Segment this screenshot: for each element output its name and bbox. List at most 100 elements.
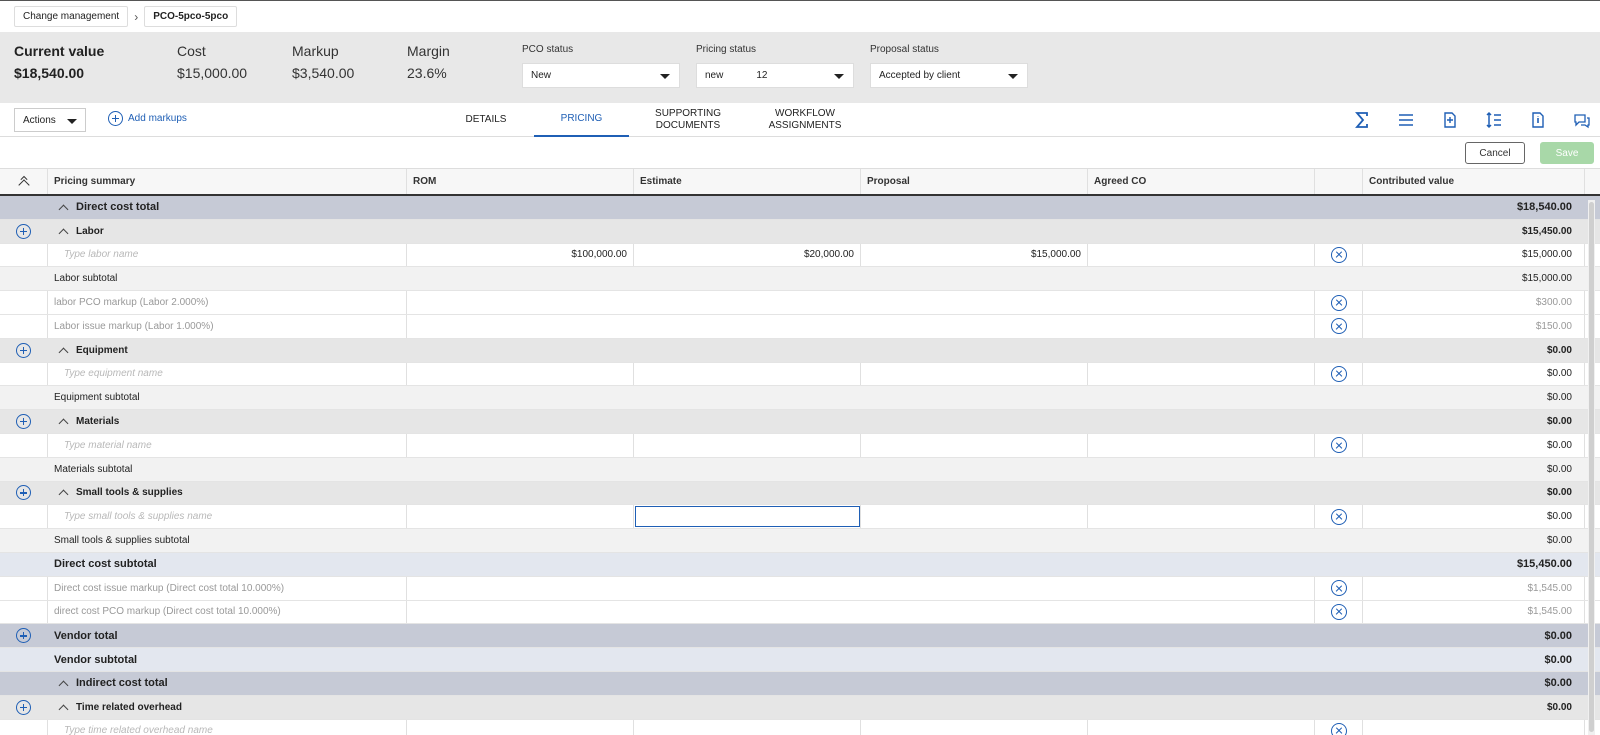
remove-row-button[interactable] <box>1315 719 1363 735</box>
table-row: Materials subtotal $0.00 <box>0 457 1600 482</box>
agreed-co-input[interactable] <box>1088 719 1315 735</box>
proposal-status: Proposal status Accepted by client <box>870 44 1028 88</box>
empty-cell <box>634 696 861 719</box>
chevron-up-icon[interactable] <box>58 228 69 239</box>
estimate-input[interactable] <box>634 505 861 529</box>
contributed-value: $18,540.00 <box>1516 201 1572 214</box>
remove-circle-icon <box>1330 365 1347 382</box>
empty-cell <box>1315 196 1363 219</box>
estimate-input[interactable] <box>634 719 861 735</box>
pricing-status-select[interactable]: new 12 <box>696 63 854 88</box>
rom-input[interactable] <box>407 505 634 529</box>
add-row-button[interactable] <box>0 339 48 362</box>
column-header-proposal[interactable]: Proposal <box>861 169 1088 194</box>
proposal-status-select[interactable]: Accepted by client <box>870 63 1028 88</box>
proposal-input[interactable] <box>861 362 1088 386</box>
tab-supporting-documents[interactable]: SUPPORTING DOCUMENTS <box>648 103 728 137</box>
column-header-agreed-co[interactable]: Agreed CO <box>1088 169 1315 194</box>
empty-cell <box>634 220 861 243</box>
rom-input[interactable]: $100,000.00 <box>407 243 634 267</box>
add-circle-icon <box>16 414 31 430</box>
comments-icon[interactable] <box>1572 110 1592 130</box>
empty-cell <box>0 529 48 552</box>
sum-icon[interactable] <box>1352 110 1372 130</box>
remove-row-button[interactable] <box>1315 291 1363 314</box>
agreed-co-input[interactable] <box>1088 243 1315 267</box>
row-label: Vendor subtotal <box>54 653 138 666</box>
chevron-up-icon[interactable] <box>58 490 69 500</box>
chevron-up-icon[interactable] <box>58 680 69 691</box>
estimate-input[interactable]: $20,000.00 <box>634 243 861 267</box>
column-header-contributed-value[interactable]: Contributed value <box>1363 169 1585 194</box>
empty-cell <box>861 624 1088 647</box>
remove-row-button[interactable] <box>1315 314 1363 338</box>
line-height-icon[interactable] <box>1484 110 1504 130</box>
remove-row-button[interactable] <box>1315 362 1363 386</box>
tab-details[interactable]: DETAILS <box>458 103 514 137</box>
add-row-button[interactable] <box>0 624 48 647</box>
agreed-co-input[interactable] <box>1088 433 1315 457</box>
empty-cell <box>1315 696 1363 719</box>
remove-circle-icon <box>1330 437 1347 454</box>
proposal-input[interactable] <box>861 505 1088 529</box>
row-label: Vendor total <box>54 629 118 642</box>
remove-row-button[interactable] <box>1315 600 1363 624</box>
rom-input[interactable] <box>407 433 634 457</box>
empty-cell <box>861 529 1088 552</box>
time-overhead-name-input[interactable]: Type time related overhead name <box>48 719 407 735</box>
equipment-name-input[interactable]: Type equipment name <box>48 362 407 386</box>
scrollbar-thumb[interactable] <box>1589 202 1594 732</box>
tab-workflow-assignments[interactable]: WORKFLOW ASSIGNMENTS <box>765 103 845 137</box>
column-header-estimate[interactable]: Estimate <box>634 169 861 194</box>
add-row-button[interactable] <box>0 482 48 505</box>
add-document-icon[interactable] <box>1440 110 1460 130</box>
estimate-input[interactable] <box>634 433 861 457</box>
proposal-input[interactable] <box>861 433 1088 457</box>
proposal-input[interactable] <box>861 719 1088 735</box>
empty-cell <box>634 529 861 552</box>
contributed-value <box>1363 719 1585 735</box>
remove-row-button[interactable] <box>1315 433 1363 457</box>
empty-cell <box>407 220 634 243</box>
rom-input[interactable] <box>407 719 634 735</box>
add-markups-button[interactable]: Add markups <box>108 111 187 126</box>
collapse-all-icon[interactable] <box>0 169 48 194</box>
list-icon[interactable] <box>1396 110 1416 130</box>
remove-row-button[interactable] <box>1315 243 1363 267</box>
remove-circle-icon <box>1330 722 1347 735</box>
agreed-co-input[interactable] <box>1088 505 1315 529</box>
chevron-up-icon[interactable] <box>58 418 69 429</box>
chevron-up-icon[interactable] <box>58 347 69 358</box>
pco-status-select[interactable]: New <box>522 63 680 88</box>
empty-cell <box>1315 672 1363 695</box>
breadcrumb-change-management[interactable]: Change management <box>14 6 129 27</box>
empty-cell <box>407 458 634 481</box>
chevron-up-icon[interactable] <box>58 704 69 715</box>
empty-cell <box>1088 196 1315 219</box>
estimate-input[interactable] <box>634 362 861 386</box>
save-button[interactable]: Save <box>1540 142 1594 164</box>
add-row-button[interactable] <box>0 410 48 433</box>
action-buttons-row: Cancel Save <box>0 137 1600 169</box>
chevron-right-icon: › <box>134 9 139 24</box>
rom-input[interactable] <box>407 362 634 386</box>
remove-row-button[interactable] <box>1315 576 1363 600</box>
contributed-value: $150.00 <box>1363 314 1585 338</box>
add-row-button[interactable] <box>0 220 48 243</box>
agreed-co-input[interactable] <box>1088 362 1315 386</box>
cancel-button[interactable]: Cancel <box>1465 142 1525 164</box>
small-tools-name-input[interactable]: Type small tools & supplies name <box>48 505 407 529</box>
empty-cell <box>861 458 1088 481</box>
empty-cell <box>1315 553 1363 576</box>
proposal-input[interactable]: $15,000.00 <box>861 243 1088 267</box>
add-row-button[interactable] <box>0 696 48 719</box>
actions-dropdown[interactable]: Actions <box>14 108 86 132</box>
tab-pricing[interactable]: PRICING <box>534 103 629 137</box>
column-header-pricing-summary[interactable]: Pricing summary <box>48 169 407 194</box>
chevron-up-icon[interactable] <box>58 204 69 215</box>
material-name-input[interactable]: Type material name <box>48 433 407 457</box>
column-header-rom[interactable]: ROM <box>407 169 634 194</box>
document-info-icon[interactable] <box>1528 110 1548 130</box>
remove-row-button[interactable] <box>1315 505 1363 529</box>
labor-name-input[interactable]: Type labor name <box>48 243 407 267</box>
